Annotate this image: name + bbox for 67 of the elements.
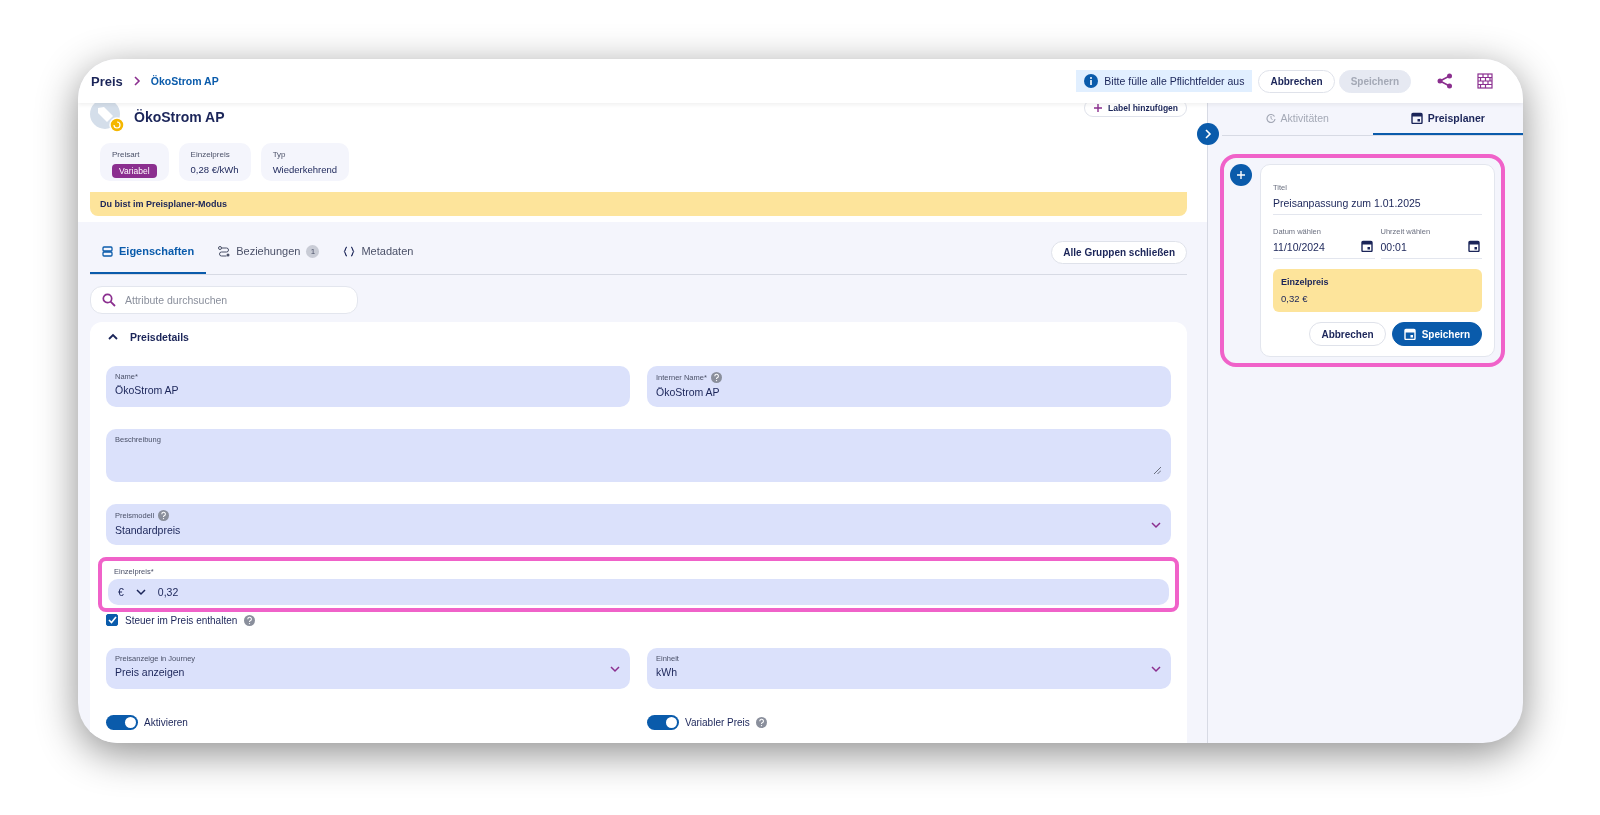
chevron-down-icon [610,665,620,673]
braces-icon [343,245,356,257]
chip-label: Einzelpreis [190,150,231,159]
breadcrumb-link[interactable]: Preis [91,73,123,89]
price-value: 0,32 € [1281,293,1309,304]
chip-value: Wiederkehrend [272,164,338,175]
section-title: Preisdetails [130,331,189,343]
price-type-badge: Variabel [112,164,157,178]
stacked-rows-icon [102,245,113,257]
chevron-right-icon [1204,129,1212,139]
count-badge: 1 [306,244,320,258]
chevron-down-icon [1151,665,1161,673]
breadcrumb-link[interactable]: ÖkoStrom AP [150,75,219,87]
check-icon [107,616,117,624]
chip-label: Preisart [112,150,141,159]
price-value: 0,32 [157,586,179,598]
chip-value: 0,28 €/kWh [190,164,239,175]
calendar-icon[interactable] [1360,240,1373,252]
plus-icon [1093,103,1104,113]
mode-banner: Du bist im Preisplaner-Modus [90,192,1187,216]
help-icon[interactable] [710,372,722,383]
panel-tab[interactable]: Preisplaner [1372,103,1523,135]
tab[interactable]: Metadaten [331,230,426,274]
save-button[interactable]: Speichern [1391,322,1482,346]
notice-text: Bitte fülle alle Pflichtfelder aus [1104,75,1245,87]
cancel-button[interactable]: Abbrechen [1258,69,1335,93]
toggle-switch[interactable] [106,715,138,730]
select-value: Preis anzeigen [115,666,185,678]
calendar-icon[interactable] [1410,112,1423,124]
checkbox[interactable] [106,614,118,626]
price-title: ÖkoStrom AP [134,109,225,125]
collapse-panel-button[interactable] [1197,123,1219,145]
help-icon[interactable] [755,717,767,728]
help-icon[interactable] [244,614,256,626]
grid-icon[interactable] [1477,73,1493,89]
checkbox-label: Steuer im Preis enthalten [125,614,238,626]
select-value: Standardpreis [115,524,181,536]
connection-icon [218,245,231,257]
chevron-up-icon[interactable] [108,333,118,341]
history-icon [1265,113,1276,123]
price-field[interactable]: € 0,32 [108,579,1169,605]
currency-select[interactable]: € [118,586,146,598]
cancel-button[interactable]: Abbrechen [1309,322,1386,346]
chevron-down-icon [1151,521,1161,529]
field-value: ÖkoStrom AP [656,386,720,398]
resize-handle-icon [1154,467,1161,474]
share-icon[interactable] [1437,73,1453,89]
search-icon [102,293,116,307]
tab[interactable]: Eigenschaften [90,230,207,274]
chevron-down-icon [135,588,146,596]
chip-label: Typ [272,150,287,159]
tab[interactable]: Beziehungen 1 [206,230,332,274]
price-label: Einzelpreis [1281,277,1330,287]
search-field[interactable]: Attribute durchsuchen [90,286,358,314]
add-button[interactable] [1230,164,1252,186]
field-value: ÖkoStrom AP [115,384,179,396]
toggle-label: Variabler Preis [685,717,750,728]
collapse-all-button[interactable]: Alle Gruppen schließen [1051,240,1187,264]
toggle-switch[interactable] [647,715,679,730]
plus-icon [1236,170,1246,180]
add-label-button[interactable]: Label hinzufügen [1084,103,1187,117]
calendar-icon[interactable] [1468,240,1480,252]
toggle-label: Aktivieren [144,717,188,728]
help-icon[interactable] [158,510,170,521]
info-icon [1084,74,1099,88]
chevron-right-icon [132,76,141,86]
select-value: kWh [656,666,677,678]
